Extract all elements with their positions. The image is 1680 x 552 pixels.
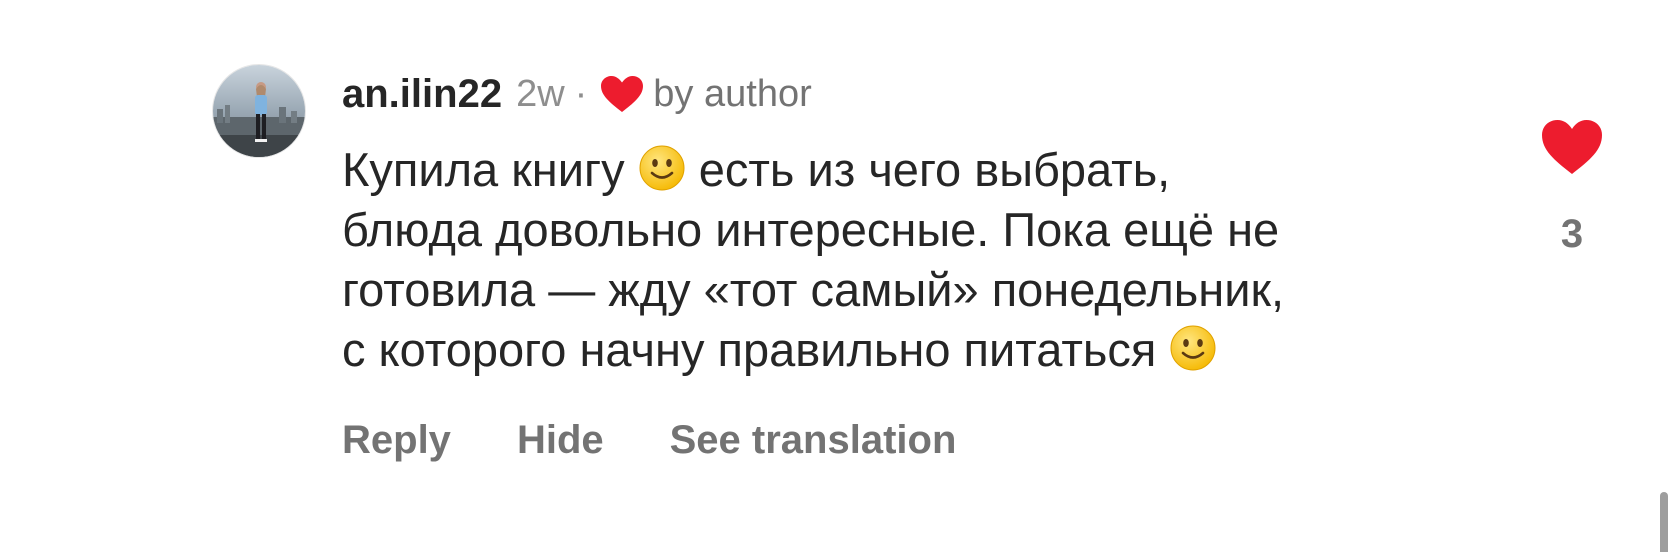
heart-icon xyxy=(599,74,645,114)
heart-icon xyxy=(1542,120,1602,174)
slightly-smiling-face-icon xyxy=(638,144,686,192)
comment-text-segment: с которого начну правильно питаться xyxy=(342,323,1170,376)
separator-dot: · xyxy=(574,72,588,115)
by-author-label: by author xyxy=(653,72,812,115)
comment-text-segment: есть из чего выбрать, xyxy=(685,143,1171,196)
like-count: 3 xyxy=(1560,212,1584,256)
comment-line: блюда довольно интересные. Пока ещё не xyxy=(342,203,1280,256)
see-translation-button[interactable]: See translation xyxy=(670,418,957,463)
reply-button[interactable]: Reply xyxy=(342,418,451,463)
scrollbar[interactable] xyxy=(1660,492,1668,552)
comment-text-segment: Купила книгу xyxy=(342,143,638,196)
comment: an.ilin22 2w · by author Купила книгу ес… xyxy=(0,0,1680,552)
avatar-image xyxy=(213,65,305,157)
avatar[interactable] xyxy=(212,64,306,158)
comment-line: с которого начну правильно питаться xyxy=(342,320,1482,380)
comment-text: Купила книгу есть из чего выбрать, блюда… xyxy=(342,140,1482,380)
like-button[interactable] xyxy=(1540,118,1604,176)
comment-line: готовила — жду «тот самый» понедельник, xyxy=(342,263,1285,316)
comment-actions: Reply Hide See translation xyxy=(342,418,956,463)
hide-button[interactable]: Hide xyxy=(517,418,604,463)
timestamp: 2w xyxy=(516,72,565,115)
username[interactable]: an.ilin22 xyxy=(342,72,502,117)
slightly-smiling-face-icon xyxy=(1169,324,1217,372)
comment-line: Купила книгу есть из чего выбрать, xyxy=(342,140,1482,200)
comment-header: an.ilin22 2w · by author xyxy=(342,66,812,122)
